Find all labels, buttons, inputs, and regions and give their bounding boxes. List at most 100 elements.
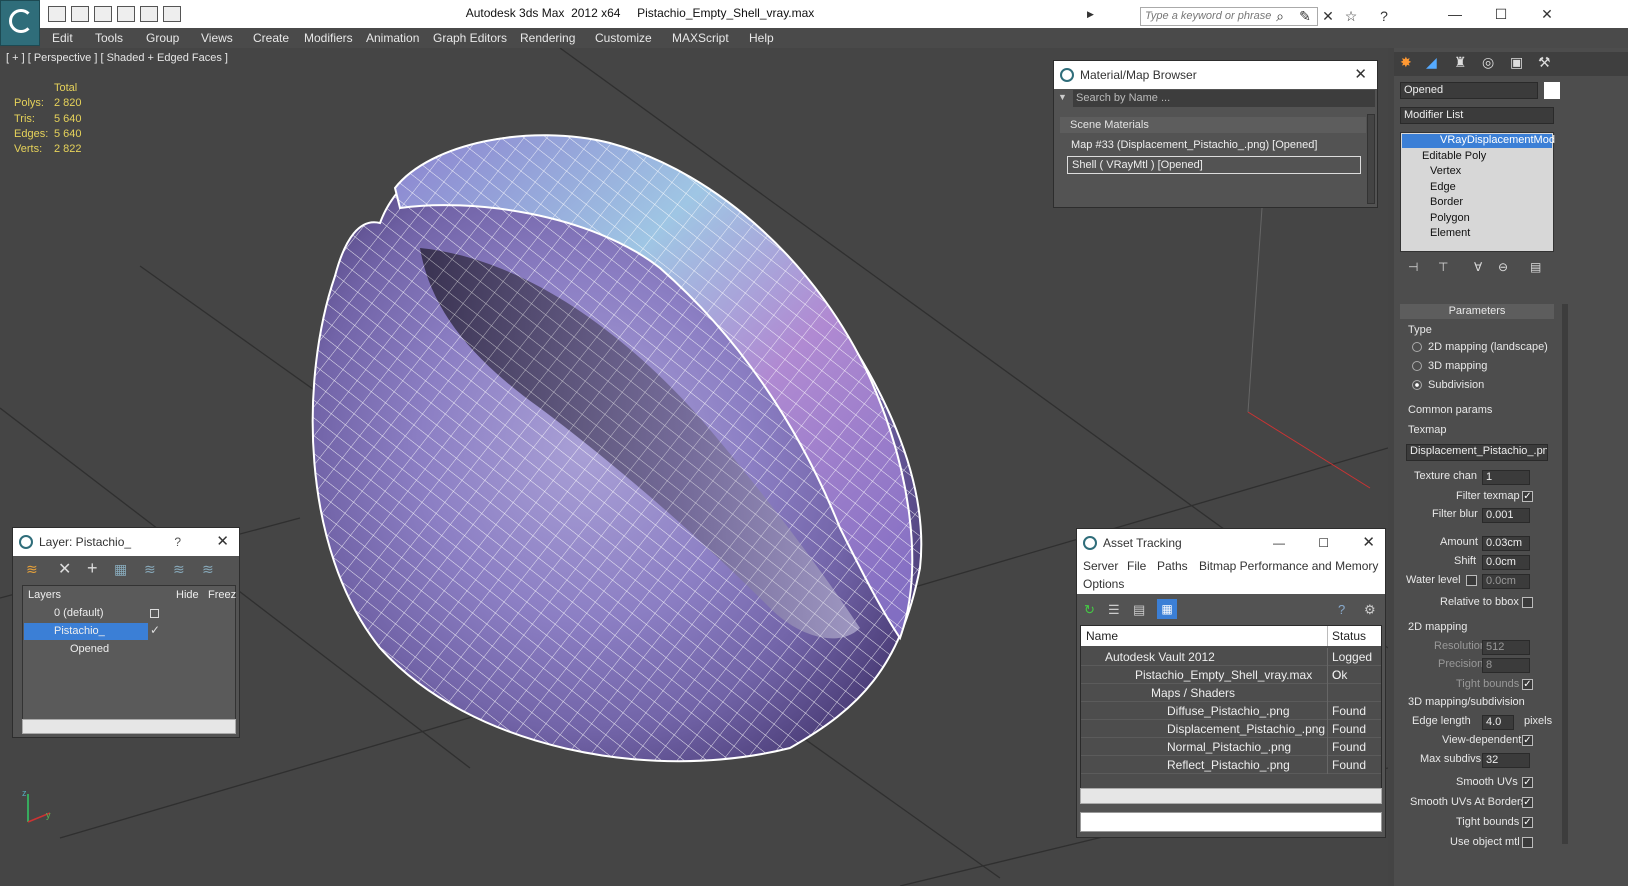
asset-row[interactable]: Autodesk Vault 2012 Logged O xyxy=(1081,648,1381,682)
asset-help-icon[interactable]: ? xyxy=(1338,602,1345,617)
close-icon[interactable]: ✕ xyxy=(1354,61,1367,89)
layer-object-row[interactable]: Opened xyxy=(24,641,109,658)
stack-item-selected[interactable]: VRayDisplacementMod xyxy=(1402,134,1555,148)
stack-item[interactable]: Edge xyxy=(1430,181,1456,193)
tree-view-icon[interactable]: ▤ xyxy=(1133,602,1145,618)
list-view-icon[interactable]: ☰ xyxy=(1108,602,1120,618)
tools-icon[interactable]: ✎ xyxy=(1297,8,1313,24)
asset-menu-bitmap[interactable]: Bitmap Performance and Memory xyxy=(1199,559,1378,573)
stack-item[interactable]: Element xyxy=(1430,227,1470,239)
radio-2d-mapping[interactable] xyxy=(1412,342,1422,352)
layer-row-selected[interactable]: Pistachio_ xyxy=(24,623,148,640)
menu-customize[interactable]: Customize xyxy=(595,31,652,45)
layer-horizontal-scrollbar[interactable] xyxy=(22,719,236,734)
command-panel-scrollbar[interactable] xyxy=(1562,304,1568,844)
asset-menu-paths[interactable]: Paths xyxy=(1157,559,1188,573)
freeze-all-icon[interactable]: ≋ xyxy=(202,561,214,578)
configure-modifier-sets-icon[interactable]: ▤ xyxy=(1530,260,1541,274)
minimize-icon[interactable]: — xyxy=(1273,529,1285,557)
minimize-button[interactable]: — xyxy=(1432,2,1478,26)
asset-row[interactable]: Reflect_Pistachio_.png Found xyxy=(1081,756,1381,774)
help-button[interactable]: ? xyxy=(174,528,181,556)
remove-modifier-icon[interactable]: ⊖ xyxy=(1498,260,1508,274)
utilities-tab-icon[interactable]: ⚒ xyxy=(1538,54,1551,71)
smooth-uvs-checkbox[interactable]: ✓ xyxy=(1522,777,1533,788)
hierarchy-tab-icon[interactable]: ♜ xyxy=(1454,54,1467,71)
object-color-swatch[interactable] xyxy=(1544,82,1560,99)
communication-icon[interactable]: ✕ xyxy=(1320,8,1336,24)
material-browser-titlebar[interactable]: Material/Map Browser ✕ xyxy=(1054,61,1377,89)
pin-stack-icon[interactable]: ⊣ xyxy=(1408,260,1418,274)
stack-item[interactable]: Border xyxy=(1430,196,1463,208)
select-objects-icon[interactable]: ▦ xyxy=(114,561,127,578)
make-unique-icon[interactable]: ∀ xyxy=(1474,260,1482,274)
menu-help[interactable]: Help xyxy=(749,31,774,45)
viewport-label[interactable]: [ + ] [ Perspective ] [ Shaded + Edged F… xyxy=(6,52,228,64)
asset-path-field[interactable] xyxy=(1080,812,1382,832)
asset-row[interactable]: Displacement_Pistachio_.png Found xyxy=(1081,720,1381,738)
add-to-layer-icon[interactable]: + xyxy=(87,558,98,579)
stack-item[interactable]: Vertex xyxy=(1430,165,1461,177)
hide-column-header[interactable]: Hide xyxy=(176,586,199,604)
filter-blur-spinner[interactable]: 0.001 xyxy=(1482,508,1530,523)
show-end-result-icon[interactable]: ⊤ xyxy=(1438,260,1448,274)
asset-horizontal-scrollbar[interactable] xyxy=(1080,788,1382,804)
help-icon[interactable]: ? xyxy=(1376,8,1392,24)
asset-row[interactable]: Pistachio_Empty_Shell_vray.max Ok xyxy=(1081,666,1381,684)
display-tab-icon[interactable]: ▣ xyxy=(1510,54,1523,71)
current-layer-checkbox[interactable] xyxy=(150,609,159,618)
favorites-star-icon[interactable]: ☆ xyxy=(1343,8,1359,24)
texmap-button[interactable]: Displacement_Pistachio_.png) xyxy=(1406,444,1548,461)
undo-icon[interactable] xyxy=(140,6,158,22)
highlight-layer-icon[interactable]: ≋ xyxy=(144,561,156,578)
asset-row[interactable]: Normal_Pistachio_.png Found xyxy=(1081,738,1381,756)
use-object-mtl-checkbox[interactable] xyxy=(1522,837,1533,848)
maximize-icon[interactable]: ☐ xyxy=(1318,529,1329,557)
project-folder-icon[interactable] xyxy=(117,6,135,22)
shift-spinner[interactable]: 0.0cm xyxy=(1482,555,1530,570)
open-file-icon[interactable] xyxy=(48,6,66,22)
search-input[interactable]: Type a keyword or phrase xyxy=(1140,7,1318,26)
material-item[interactable]: Map #33 (Displacement_Pistachio_.png) [O… xyxy=(1067,137,1361,155)
scene-materials-group[interactable]: Scene Materials xyxy=(1060,117,1366,133)
hide-all-icon[interactable]: ≋ xyxy=(173,561,185,578)
refresh-icon[interactable]: ↻ xyxy=(1084,602,1095,618)
create-tab-icon[interactable]: ✸ xyxy=(1400,54,1412,71)
asset-row[interactable]: Maps / Shaders xyxy=(1081,684,1381,702)
create-layer-icon[interactable]: ≋ xyxy=(26,561,38,578)
status-column-header[interactable]: Status xyxy=(1327,626,1366,646)
maximize-button[interactable]: ☐ xyxy=(1478,2,1524,26)
save-file-icon[interactable] xyxy=(71,6,89,22)
stack-item[interactable]: Editable Poly xyxy=(1422,150,1486,162)
radio-subdivision-selected[interactable] xyxy=(1412,380,1422,390)
menu-modifiers[interactable]: Modifiers xyxy=(304,31,353,45)
max-subdivs-spinner[interactable]: 32 xyxy=(1482,753,1530,768)
layer-window-titlebar[interactable]: Layer: Pistachio_ ? ✕ xyxy=(13,528,239,556)
browser-scrollbar[interactable] xyxy=(1367,114,1375,204)
menu-rendering[interactable]: Rendering xyxy=(520,31,575,45)
asset-row[interactable]: Diffuse_Pistachio_.png Found xyxy=(1081,702,1381,720)
settings-icon[interactable]: ⚙ xyxy=(1364,602,1376,618)
layer-row[interactable]: 0 (default) xyxy=(24,605,148,622)
redo-icon[interactable] xyxy=(163,6,181,22)
pistachio-shell-model[interactable] xyxy=(311,134,923,763)
close-icon[interactable]: ✕ xyxy=(1362,529,1375,557)
radio-3d-mapping[interactable] xyxy=(1412,361,1422,371)
stack-item[interactable]: Polygon xyxy=(1430,212,1470,224)
menu-graph-editors[interactable]: Graph Editors xyxy=(433,31,507,45)
relative-bbox-checkbox[interactable] xyxy=(1522,597,1533,608)
modifier-list-dropdown[interactable]: Modifier List xyxy=(1400,107,1554,124)
edge-length-spinner[interactable]: 4.0 xyxy=(1482,715,1514,730)
menu-maxscript[interactable]: MAXScript xyxy=(672,31,729,45)
motion-tab-icon[interactable]: ◎ xyxy=(1482,54,1494,71)
asset-menu-file[interactable]: File xyxy=(1127,559,1146,573)
resolution-spinner[interactable]: 512 xyxy=(1482,640,1530,655)
material-item[interactable]: Shell ( VRayMtl ) [Opened] xyxy=(1067,156,1361,174)
view-dependent-checkbox[interactable]: ✓ xyxy=(1522,735,1533,746)
menu-group[interactable]: Group xyxy=(146,31,179,45)
close-button[interactable]: ✕ xyxy=(1524,2,1570,26)
amount-spinner[interactable]: 0.03cm xyxy=(1482,536,1530,551)
menu-tools[interactable]: Tools xyxy=(95,31,123,45)
tight-bounds-3d-checkbox[interactable]: ✓ xyxy=(1522,817,1533,828)
close-icon[interactable]: ✕ xyxy=(216,528,229,556)
